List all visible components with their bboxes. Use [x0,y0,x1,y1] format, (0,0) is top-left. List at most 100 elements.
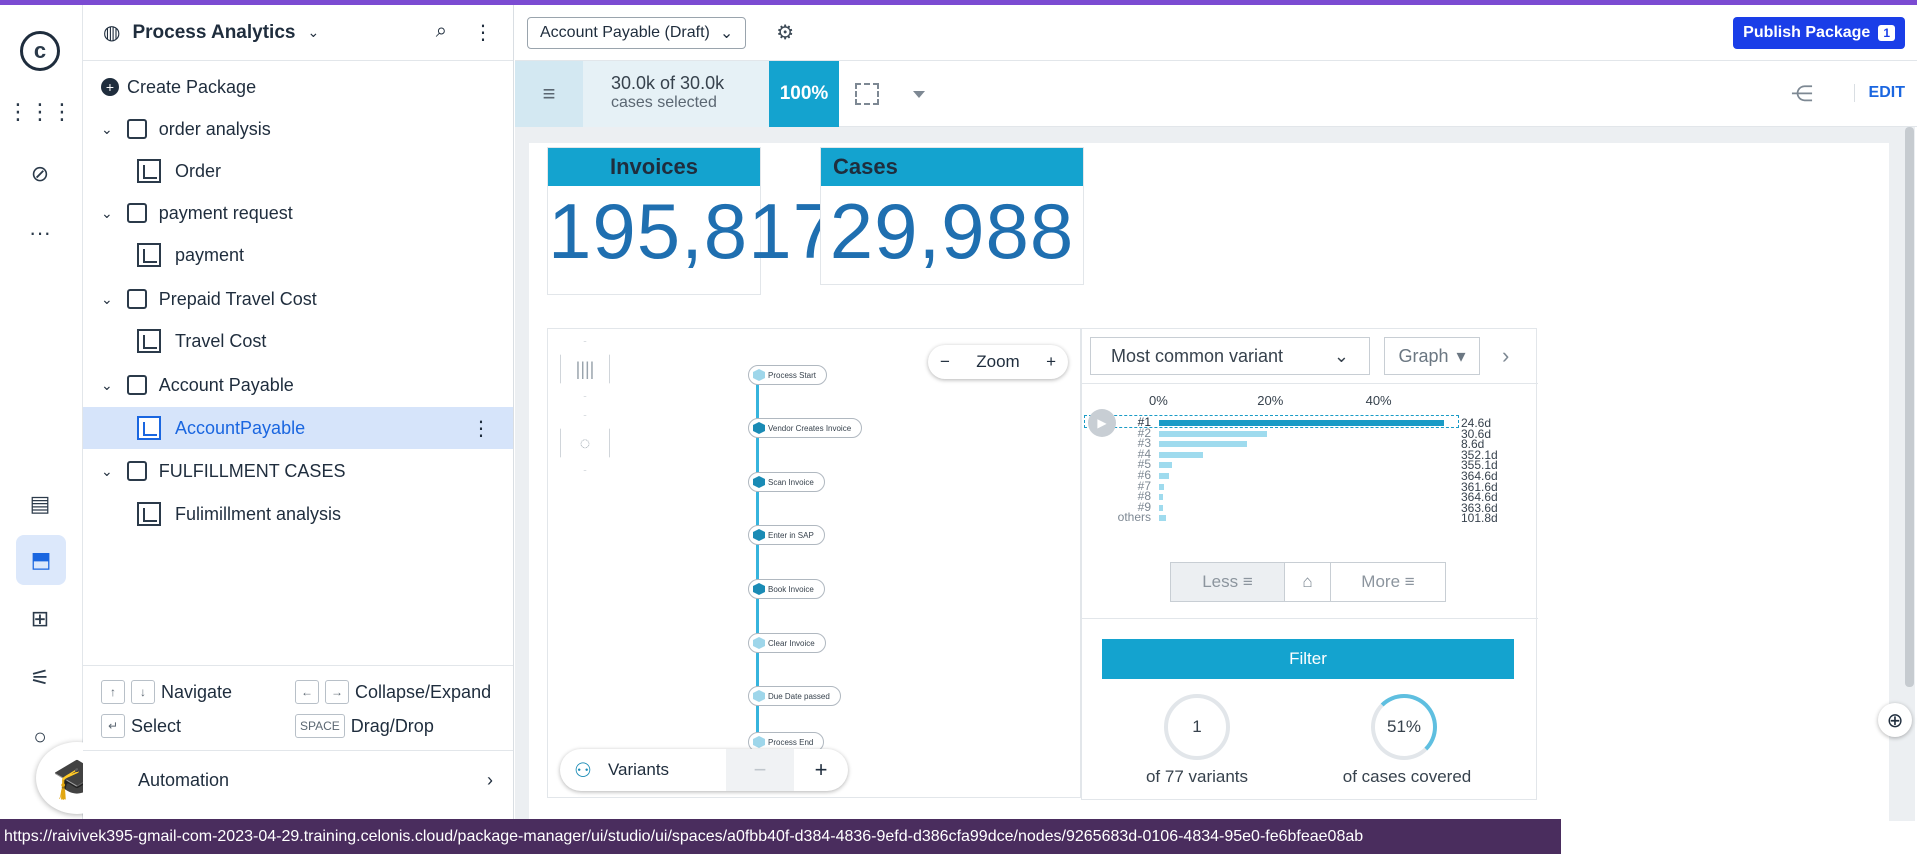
variants-icon: ⚇ [574,759,592,782]
chevron-down-icon[interactable]: ⌄ [307,24,319,41]
zoom-in-button[interactable]: + [1046,352,1056,372]
package-cube-icon [126,461,147,481]
tree-label: payment request [158,202,293,223]
package-cube-icon [126,119,147,139]
automation-label: Automation [138,770,230,790]
flow-node[interactable]: Enter in SAP [748,525,825,545]
tree-analysis-row[interactable]: payment [83,234,513,276]
chevron-down-icon[interactable]: ⌄ [101,377,113,394]
arrow-right-key-icon: → [325,680,349,704]
data-icon[interactable]: ▤ [20,484,60,524]
variant-bar[interactable] [1159,494,1163,501]
coverage-value: 51% [1386,717,1422,736]
canvas-scrollbar[interactable] [1905,127,1914,687]
variants-minus-button[interactable]: − [726,749,794,791]
chevron-down-icon[interactable]: ⌄ [101,463,113,480]
tree-package-row[interactable]: ⌄ FULFILLMENT CASES [83,450,513,492]
plus-circle-icon: + [101,78,119,96]
variant-bar[interactable] [1159,504,1163,511]
tree-label: Account Payable [158,374,294,395]
less-button[interactable]: Less ≡ [1171,563,1285,601]
tree-label: FULFILLMENT CASES [158,460,346,481]
gear-icon[interactable]: ⚙ [776,20,794,45]
coverage-caption: of cases covered [1342,767,1472,786]
tree-analysis-row-selected[interactable]: AccountPayable ⋮ [83,407,513,449]
zoom-out-button[interactable]: − [940,352,950,372]
hide-icon[interactable]: ◌ [560,415,610,471]
variant-bar[interactable] [1159,473,1169,479]
less-more-control: Less ≡ ⌂ More ≡ [1170,562,1446,602]
tally-icon[interactable]: |||| [560,341,610,397]
cases-selected-indicator[interactable]: 30.0k of 30.0k cases selected [583,61,769,127]
package-select[interactable]: Account Payable (Draft) ⌄ [527,16,747,49]
hamburger-menu-icon[interactable]: ≡ [515,61,583,127]
chevron-down-icon[interactable]: ⌄ [101,291,113,308]
chevron-down-icon: ⌄ [1333,345,1349,366]
variant-bar[interactable] [1159,430,1268,437]
variant-bar[interactable] [1159,483,1165,490]
chevron-down-icon[interactable]: ⌄ [101,121,113,138]
select-label: Select [131,715,182,736]
node-label: Process End [768,737,814,747]
gift-icon[interactable]: ⊞ [20,599,60,639]
variant-bar[interactable] [1159,462,1172,469]
process-explorer: |||| ◌ − Zoom + Process Start Vendor Cre… [547,328,1081,798]
chevron-right-icon[interactable]: › [1502,343,1509,369]
graph-button[interactable]: Graph ▾ [1384,337,1480,375]
search-icon[interactable]: ⌕ [436,20,447,45]
play-icon[interactable]: ▶ [1088,409,1116,437]
tree-analysis-row[interactable]: Order [83,150,513,192]
settings-sliders-icon[interactable]: ⚟ [20,658,60,698]
tree-label: AccountPayable [175,417,306,438]
variant-bar[interactable] [1159,451,1204,458]
analysis-canvas: Invoices 195,817 Cases 29,988 |||| ◌ − Z… [515,127,1915,823]
tree-package-row[interactable]: ⌄ Prepaid Travel Cost [83,278,513,320]
variant-bar[interactable] [1159,515,1166,522]
chevron-down-icon[interactable]: ⌄ [101,205,113,222]
caret-down-icon[interactable] [913,91,925,98]
node-label: Enter in SAP [768,530,814,540]
tree-label: Prepaid Travel Cost [158,288,317,309]
apps-grid-icon[interactable]: ⋮⋮⋮ [7,92,73,132]
selection-icon[interactable] [855,83,879,105]
more-button[interactable]: More ≡ [1331,563,1445,601]
flow-node[interactable]: Vendor Creates Invoice [748,418,863,438]
main-header: Account Payable (Draft) ⌄ ⚙ Publish Pack… [515,5,1917,61]
help-lifebuoy-icon[interactable]: ⊕ [1878,703,1912,737]
flow-node[interactable]: Book Invoice [748,579,825,599]
variant-mode-select[interactable]: Most common variant ⌄ [1090,337,1370,375]
tree-package-row[interactable]: ⌄ Account Payable [83,364,513,406]
enter-key-icon: ↵ [101,714,125,738]
more-icon[interactable]: ··· [20,213,60,253]
tree-analysis-row[interactable]: Fulimillment analysis [83,493,513,535]
analysis-icon [137,502,161,526]
node-label: Book Invoice [768,584,814,594]
flow-node[interactable]: Process Start [748,365,828,385]
variant-duration: 101.8d [1461,511,1498,526]
app-title: Process Analytics [132,21,296,43]
create-package-button[interactable]: + Create Package [83,66,513,108]
automation-row[interactable]: Automation › [83,750,513,810]
tree-package-row[interactable]: ⌄ payment request [83,192,513,234]
flow-node[interactable]: Scan Invoice [748,472,825,492]
variant-bar[interactable] [1159,441,1248,448]
variants-plus-button[interactable]: + [794,757,848,783]
divider [1082,618,1538,619]
filter-button[interactable]: Filter [1102,639,1514,679]
variants-count: 1 [1192,717,1202,736]
tree-analysis-row[interactable]: Travel Cost [83,320,513,362]
home-icon[interactable]: ⌂ [1285,563,1331,601]
publish-package-button[interactable]: Publish Package 1 [1733,16,1905,49]
share-icon[interactable]: ⋲ [1791,81,1813,107]
edit-button[interactable]: EDIT [1853,84,1905,102]
kebab-menu-icon[interactable]: ⋮ [473,20,493,45]
flow-node[interactable]: Clear Invoice [748,633,826,653]
compass-icon[interactable]: ⊘ [20,154,60,194]
studio-icon[interactable]: ⬒ [16,535,66,585]
celonis-logo[interactable]: c [20,31,60,71]
arrow-down-key-icon: ↓ [131,680,155,704]
drag-label: Drag/Drop [350,715,434,736]
tree-package-row[interactable]: ⌄ order analysis [83,108,513,150]
kebab-menu-icon[interactable]: ⋮ [471,416,491,441]
flow-node[interactable]: Due Date passed [748,686,841,706]
